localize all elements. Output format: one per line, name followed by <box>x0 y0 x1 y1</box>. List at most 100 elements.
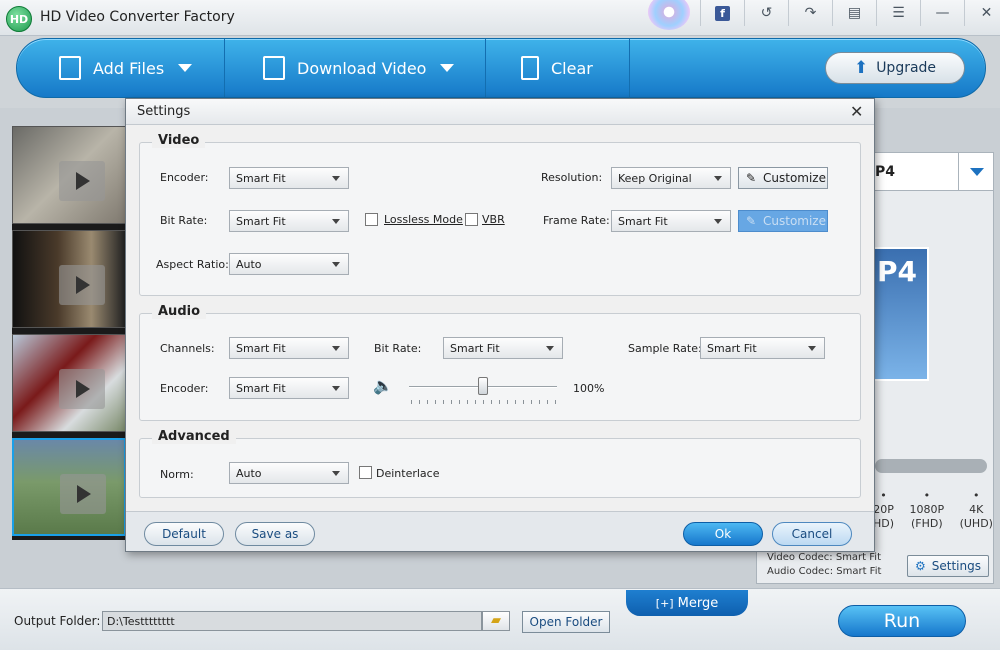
resolution-option[interactable]: • 1080P (FHD) <box>910 489 945 531</box>
video-thumbnail[interactable] <box>12 126 126 224</box>
app-title: HD Video Converter Factory <box>40 9 235 25</box>
audio-encoder-label: Encoder: <box>160 382 209 395</box>
main-toolbar: Add Files Download Video Clear ⬆ Upgrade <box>16 38 986 98</box>
video-thumbnail[interactable] <box>12 334 126 432</box>
browse-folder-icon[interactable]: ▰ <box>482 611 510 631</box>
settings-button[interactable]: ⚙ Settings <box>907 555 989 577</box>
customize-frame-rate-button[interactable]: ✎ Customize <box>738 210 828 232</box>
app-logo: HD <box>6 6 32 32</box>
channels-dropdown[interactable]: Smart Fit <box>229 337 349 359</box>
merge-button[interactable]: [+] Merge <box>626 590 748 616</box>
play-icon[interactable] <box>60 474 106 514</box>
video-thumbnail[interactable] <box>12 438 126 536</box>
audio-bitrate-dropdown[interactable]: Smart Fit <box>443 337 563 359</box>
audio-bitrate-label: Bit Rate: <box>374 342 422 355</box>
run-button[interactable]: Run <box>838 605 966 637</box>
output-folder-label: Output Folder: <box>14 614 101 628</box>
video-codec-text: Video Codec: Smart Fit <box>767 552 881 563</box>
gear-icon: ⚙ <box>915 559 926 573</box>
deinterlace-label: Deinterlace <box>376 467 440 480</box>
add-files-button[interactable]: Add Files <box>59 39 193 97</box>
resolution-label: Resolution: <box>541 171 603 184</box>
download-video-button[interactable]: Download Video <box>263 39 455 97</box>
frame-rate-label: Frame Rate: <box>543 214 610 227</box>
audio-encoder-dropdown[interactable]: Smart Fit <box>229 377 349 399</box>
format-image: P4 <box>873 247 929 381</box>
merge-icon: [+] <box>655 596 674 610</box>
upgrade-label: Upgrade <box>876 60 937 76</box>
settings-label: Settings <box>931 559 981 573</box>
add-files-label: Add Files <box>93 58 165 78</box>
vbr-label[interactable]: VBR <box>482 213 505 226</box>
video-encoder-label: Encoder: <box>160 171 209 184</box>
clear-label: Clear <box>551 58 593 78</box>
default-button[interactable]: Default <box>144 522 224 546</box>
play-icon[interactable] <box>59 161 105 201</box>
aspect-ratio-dropdown[interactable]: Auto <box>229 253 349 275</box>
format-dropdown[interactable] <box>958 153 994 191</box>
channels-label: Channels: <box>160 342 215 355</box>
upgrade-button[interactable]: ⬆ Upgrade <box>825 52 965 84</box>
volume-value: 100% <box>573 382 605 395</box>
open-folder-button[interactable]: Open Folder <box>522 611 610 633</box>
audio-codec-text: Audio Codec: Smart Fit <box>767 566 882 577</box>
title-bar: HD HD Video Converter Factory f ↺ ↷ ▤ ☰ … <box>0 0 1000 36</box>
audio-group: Audio Channels: Smart Fit Bit Rate: Smar… <box>139 304 861 421</box>
customize-resolution-button[interactable]: ✎ Customize <box>738 167 828 189</box>
video-bitrate-label: Bit Rate: <box>160 214 208 227</box>
deinterlace-checkbox[interactable] <box>359 466 372 479</box>
advanced-group-title: Advanced <box>152 429 236 444</box>
audio-group-title: Audio <box>152 304 207 319</box>
sample-rate-label: Sample Rate: <box>628 342 702 355</box>
cancel-button[interactable]: Cancel <box>772 522 852 546</box>
ok-button[interactable]: Ok <box>683 522 763 546</box>
feedback-icon[interactable]: ▤ <box>832 0 876 26</box>
disc-icon[interactable] <box>648 0 690 30</box>
speaker-icon[interactable]: 🔈 <box>373 376 393 395</box>
volume-slider-handle[interactable] <box>478 377 488 395</box>
toolbar-divider <box>629 39 630 97</box>
add-files-icon <box>59 56 81 80</box>
trash-icon <box>521 56 539 80</box>
share-icon[interactable]: ↷ <box>788 0 832 26</box>
download-video-label: Download Video <box>297 58 427 78</box>
close-icon[interactable]: ✕ <box>850 102 863 121</box>
video-encoder-dropdown[interactable]: Smart Fit <box>229 167 349 189</box>
facebook-icon[interactable]: f <box>700 0 744 26</box>
toolbar-divider <box>224 39 225 97</box>
menu-icon[interactable]: ☰ <box>876 0 920 26</box>
play-icon[interactable] <box>59 369 105 409</box>
vbr-checkbox[interactable] <box>465 213 478 226</box>
close-icon[interactable]: ✕ <box>964 0 1000 26</box>
minimize-icon[interactable]: — <box>920 0 964 26</box>
advanced-group: Advanced Norm: Auto Deinterlace <box>139 429 861 498</box>
pencil-icon: ✎ <box>746 214 757 228</box>
frame-rate-dropdown[interactable]: Smart Fit <box>611 210 731 232</box>
output-folder-field[interactable]: D:\Testttttttt <box>102 611 482 631</box>
chevron-down-icon[interactable] <box>178 64 193 72</box>
save-as-button[interactable]: Save as <box>235 522 315 546</box>
resolution-option[interactable]: • 20P HD) <box>873 489 894 531</box>
resolution-dropdown[interactable]: Keep Original <box>611 167 731 189</box>
volume-ticks <box>411 400 557 404</box>
video-list[interactable] <box>12 126 126 540</box>
settings-dialog: Settings ✕ Video Encoder: Smart Fit Bit … <box>125 98 875 552</box>
lossless-mode-checkbox[interactable] <box>365 213 378 226</box>
merge-label: Merge <box>677 595 719 611</box>
dialog-title: Settings <box>137 104 191 119</box>
play-icon[interactable] <box>59 265 105 305</box>
refresh-icon[interactable]: ↺ <box>744 0 788 26</box>
sample-rate-dropdown[interactable]: Smart Fit <box>700 337 825 359</box>
norm-label: Norm: <box>160 468 194 481</box>
toolbar-divider <box>485 39 486 97</box>
video-thumbnail[interactable] <box>12 230 126 328</box>
resolution-slider[interactable] <box>875 459 987 473</box>
chevron-down-icon <box>969 168 984 176</box>
clear-button[interactable]: Clear <box>521 39 593 97</box>
norm-dropdown[interactable]: Auto <box>229 462 349 484</box>
lossless-mode-label[interactable]: Lossless Mode <box>384 213 463 226</box>
chevron-down-icon[interactable] <box>440 64 455 72</box>
video-bitrate-dropdown[interactable]: Smart Fit <box>229 210 349 232</box>
resolution-option[interactable]: • 4K (UHD) <box>960 489 993 531</box>
customize-label: Customize <box>763 171 826 185</box>
